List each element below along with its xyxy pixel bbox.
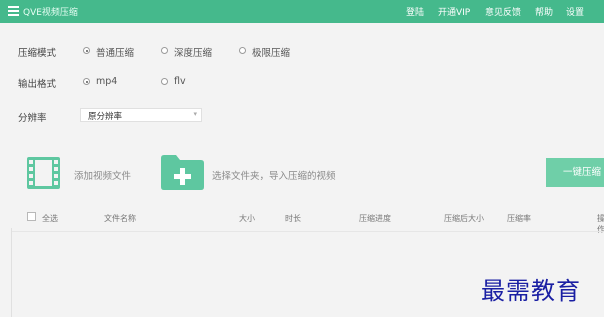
compress-mode-label: 压缩模式 [18, 48, 57, 59]
output-format-label: 输出格式 [18, 79, 57, 90]
one-click-compress-button[interactable]: 一键压缩 [546, 158, 604, 187]
select-folder-link[interactable]: 选择文件夹，导入压缩的视频 [212, 168, 336, 182]
radio-extreme-compress[interactable] [239, 47, 246, 54]
radio-normal-compress-label[interactable]: 普通压缩 [96, 45, 134, 59]
chevron-down-icon: ▾ [193, 110, 197, 118]
table-body-left-border [11, 228, 12, 317]
radio-deep-compress-label[interactable]: 深度压缩 [174, 45, 212, 59]
menu-feedback[interactable]: 意见反馈 [485, 5, 521, 18]
add-video-link[interactable]: 添加视频文件 [74, 168, 131, 182]
radio-flv[interactable] [161, 78, 168, 85]
radio-deep-compress[interactable] [161, 47, 168, 54]
column-compressed-size: 压缩后大小 [444, 214, 484, 223]
column-duration: 时长 [285, 214, 301, 223]
resolution-label: 分辨率 [18, 113, 47, 124]
select-all-label[interactable]: 全选 [42, 213, 58, 224]
menu-settings[interactable]: 设置 [566, 5, 584, 18]
radio-normal-compress[interactable] [83, 47, 90, 54]
resolution-select-value: 原分辨率 [88, 112, 123, 122]
radio-mp4-label[interactable]: mp4 [96, 76, 117, 87]
app-title: QVE视频压缩 [23, 8, 78, 18]
table-header-divider [12, 231, 604, 232]
menu-open-vip[interactable]: 开通VIP [438, 5, 470, 18]
title-bar: QVE视频压缩 登陆 开通VIP 意见反馈 帮助 设置 [0, 0, 604, 23]
film-icon[interactable] [27, 157, 60, 189]
radio-flv-label[interactable]: flv [174, 76, 186, 87]
watermark-text: 最需教育 [481, 277, 581, 305]
folder-add-icon[interactable] [161, 154, 204, 190]
menu-login[interactable]: 登陆 [406, 5, 424, 18]
menu-help[interactable]: 帮助 [535, 5, 553, 18]
resolution-select[interactable]: 原分辨率 ▾ [80, 108, 202, 122]
column-progress: 压缩进度 [359, 214, 391, 223]
app-logo-icon [8, 6, 19, 16]
select-all-checkbox[interactable] [27, 212, 36, 221]
radio-mp4[interactable] [83, 78, 90, 85]
column-size: 大小 [239, 214, 255, 223]
column-file-name: 文件名称 [104, 214, 136, 223]
radio-extreme-compress-label[interactable]: 极限压缩 [252, 45, 290, 59]
column-compress-ratio: 压缩率 [507, 214, 531, 223]
